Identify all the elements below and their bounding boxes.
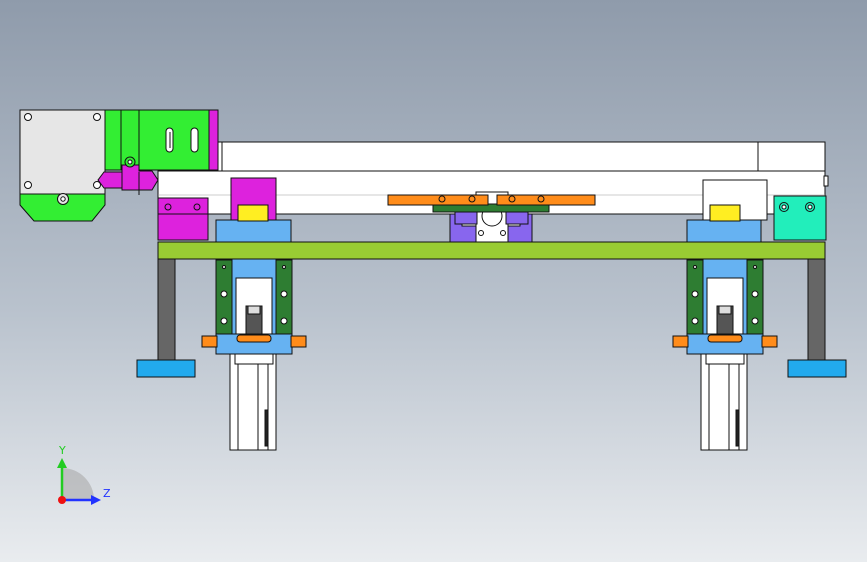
axis-z-label: Z — [103, 487, 111, 500]
assembly-drawing: Y Z — [19, 109, 847, 505]
cad-viewport[interactable]: Y Z — [0, 0, 867, 562]
axis-y-label: Y — [58, 444, 66, 457]
stepper-motor — [19, 109, 106, 222]
left-lift-cylinder — [201, 258, 307, 451]
left-leg — [136, 258, 196, 378]
base-plate — [157, 241, 826, 260]
right-leg — [787, 258, 847, 378]
center-gripper — [387, 191, 596, 243]
right-lift-cylinder — [672, 258, 778, 451]
right-support-block — [773, 195, 827, 241]
view-orientation-triad-icon[interactable]: Y Z — [57, 444, 111, 505]
left-support-block — [157, 197, 209, 241]
